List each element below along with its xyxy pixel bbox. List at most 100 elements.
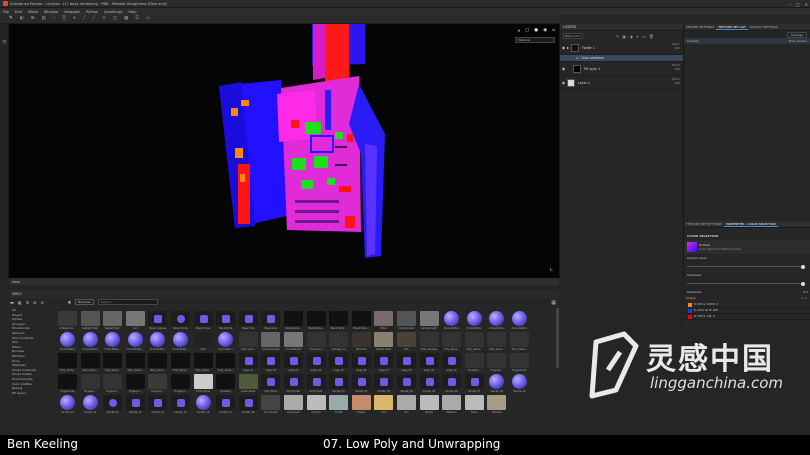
shelf-search-input[interactable]: Search... [97,299,158,305]
shelf-tile[interactable]: Bevel Hex [238,310,259,330]
shelf-tile[interactable]: Circle Button [80,331,101,351]
3d-viewport[interactable]: ⏸ ▢ ● ◉ ⌂ Material ⌞ [9,24,559,278]
add-fill-layer-icon[interactable]: ▣ [622,34,626,39]
shelf-tile[interactable]: handle_07 [464,373,485,393]
shelf-tile[interactable]: dirty_damage [419,331,440,351]
shelf-tile[interactable]: dirty_dama... [125,352,146,372]
shelf-tile[interactable]: Gold [373,394,394,414]
projection-icon[interactable]: ⊞ [31,16,35,22]
shelf-tile[interactable]: Platinum [441,394,462,414]
shelf-tile[interactable]: Circle Butto... [147,331,168,351]
shelf-tile[interactable]: Circle Butto... [102,331,123,351]
shelf-tile[interactable]: edge_04 [306,352,327,372]
shelf-tile[interactable]: Concrete Cast [260,331,281,351]
lock-icon[interactable]: ⚿ [135,16,138,22]
shelf-tile[interactable]: edge_06 [351,352,372,372]
shelf-tile[interactable]: Bevel Perla... [328,310,349,330]
shelf-tile[interactable]: dirty_dama... [509,331,530,351]
shelf-tile[interactable]: Silver [464,394,485,414]
shelf-tile[interactable]: Bevel Drop [215,310,236,330]
shelf-tile[interactable]: Cobalt [328,394,349,414]
shelf-tile[interactable]: Fingerpri... [464,352,485,372]
shelf-tile[interactable]: Fingerpri... [170,373,191,393]
shelf-tile[interactable]: edge_02 [260,352,281,372]
shelf-tile[interactable]: Fingerprints [509,352,530,372]
shelf-tile[interactable]: Aluminium [283,394,304,414]
smudge-icon[interactable]: ☝ [53,16,56,22]
shelf-tile[interactable]: Soil [125,310,146,330]
layer-row-folder[interactable]: ◉ ▸ Folder 1 Norm 100 [560,41,683,55]
delete-layer-icon[interactable]: 🗑 [649,34,654,39]
layers-tab[interactable]: LAYERS [560,24,683,31]
shelf-tile[interactable]: Fingerpri... [147,373,168,393]
shelf-tile[interactable]: Color_sam... [238,331,259,351]
shelf-tile[interactable]: handle_03 [373,373,394,393]
shelf-tile[interactable]: Circle Button [486,310,507,330]
paint-icon[interactable]: ✎ [9,16,13,22]
shelf-tile[interactable]: Bevel Perla... [283,310,304,330]
shelf-tile[interactable]: Grid Crown [306,373,327,393]
shelf-tile[interactable]: Coal [193,331,214,351]
add-mask-icon[interactable]: ◑ [629,34,633,39]
add-folder-icon[interactable]: ▭ [642,34,646,39]
shelf-tile[interactable]: Asphalt Fresh [80,310,101,330]
shelf-tile[interactable]: edge_09 [419,352,440,372]
tab-pose[interactable]: POSE [12,280,20,284]
shelf-tile[interactable]: Color Map 1 [215,331,236,351]
shelf-tile[interactable]: handle_17 [215,394,236,414]
output-value-slider[interactable] [687,264,808,269]
shelf-tile[interactable]: Circle Button [509,310,530,330]
layer-row-paint[interactable]: ◉ Layer 1 Norm 100 [560,76,683,90]
shelf-tile[interactable]: dirty_dama... [215,352,236,372]
shelf-tile[interactable]: handle_01 [328,373,349,393]
layer-channel-dropdown[interactable]: Base Color [563,33,583,39]
folder-icon[interactable]: ▬ [10,300,14,305]
polygon-fill-icon[interactable]: ▤ [42,16,46,22]
visibility-eye-icon[interactable]: ◉ [560,45,567,50]
shelf-tile[interactable]: Grey Mane [260,373,281,393]
shelf-tile[interactable]: Fresh Snow [193,373,214,393]
shelf-tile[interactable]: edge_01 [238,352,259,372]
shelf-tile[interactable]: handle_11 [80,394,101,414]
shelf-tile[interactable]: edge_03 [283,352,304,372]
history-icon[interactable]: ◷ [2,39,6,45]
shelf-tile[interactable]: Bevel Perla... [306,310,327,330]
filter-chip[interactable]: Textures [74,299,94,305]
tab-texture-set-list[interactable]: TEXTURE SET LIST [716,25,748,30]
menu-viewport[interactable]: Viewport [64,10,80,14]
menu-javascript[interactable]: JavaScript [104,10,122,14]
stamp-icon[interactable]: ⊙ [102,16,106,22]
menu-edit[interactable]: Edit [15,10,22,14]
shelf-tile[interactable]: Fingerpri... [102,373,123,393]
import-icon[interactable]: ⊟ [41,300,44,305]
shelf-tile[interactable]: dirty_dama... [441,331,462,351]
shelf-tile[interactable]: edge_10 [441,352,462,372]
tab-shader-settings[interactable]: SHADER SETTINGS [684,25,716,29]
visibility-eye-icon[interactable]: ◉ [560,66,567,71]
shelf-tile[interactable]: dirty_dama... [464,331,485,351]
shelf-tile[interactable]: handle_05 [419,373,440,393]
shelf-tile[interactable]: handle_13 [125,394,146,414]
shelf-tile[interactable]: Brick [373,310,394,330]
menu-python[interactable]: Python [86,10,98,14]
shelf-tile[interactable]: handle_06 [441,373,462,393]
settings-dropdown[interactable]: Settings [786,31,807,38]
shelf-tile[interactable]: Gradient [215,373,236,393]
color-entry-3[interactable]: R: 255 G: 0 B: 0 [683,314,810,320]
menu-help[interactable]: Help [128,10,136,14]
picker-icon[interactable]: ⌖ [73,16,76,22]
shelf-scrollbar[interactable] [556,308,559,368]
list-view-icon[interactable]: ☰ [26,300,30,305]
shelf-tile[interactable]: Fingerpri... [486,352,507,372]
eraser-icon[interactable]: ◐ [20,16,24,22]
brush-icon[interactable]: ╱ [83,16,86,22]
shelf-tile[interactable]: Iron Forged [260,394,281,414]
visibility-eye-icon[interactable]: ◉ [560,80,567,85]
shelf-tile[interactable]: Grid Crown [283,373,304,393]
shelf-tile[interactable]: Copper [351,394,372,414]
menu-window[interactable]: Window [44,10,58,14]
shelf-tile[interactable]: Bevel Circle [170,310,191,330]
shelf-category-item[interactable]: Fill layers [12,391,49,396]
shelf-tile[interactable]: dirty_dama... [486,331,507,351]
shelf-tile[interactable]: Chrome [306,394,327,414]
